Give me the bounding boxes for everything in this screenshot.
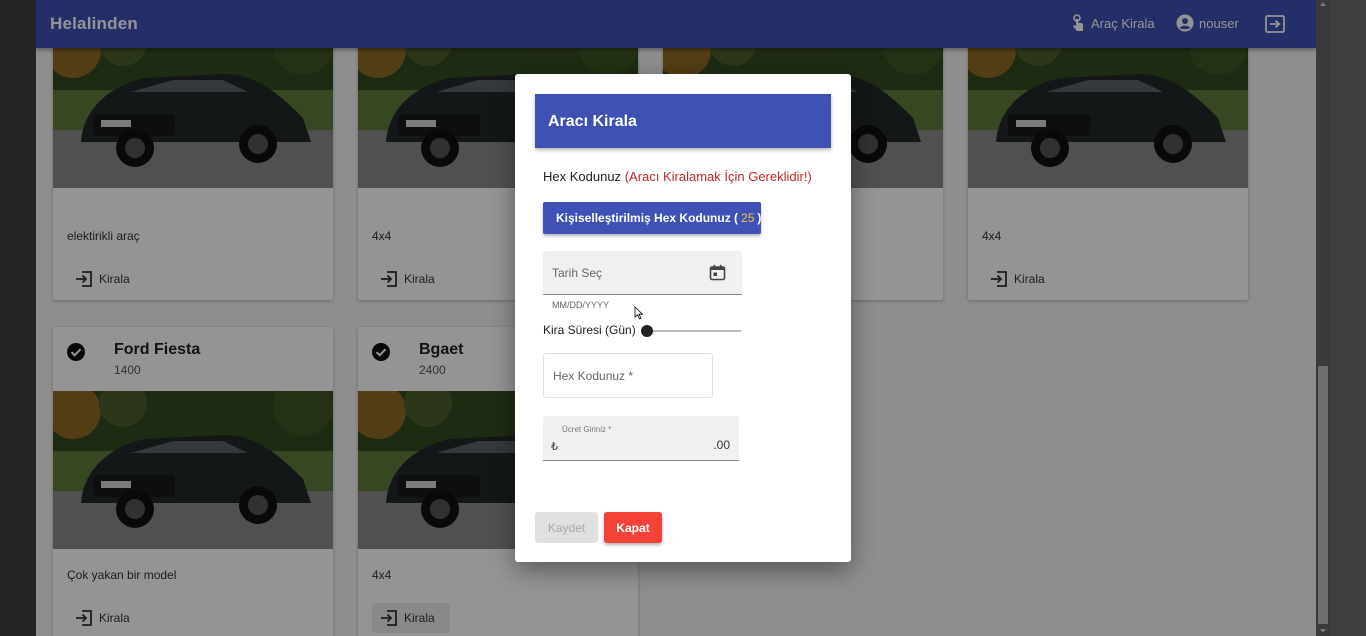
hex-code-input-placeholder: Hex Kodunuz * [553, 369, 634, 383]
rental-days-slider-thumb[interactable] [641, 325, 653, 337]
calendar-icon[interactable] [709, 264, 726, 281]
hex-code-required-text: (Aracı Kiralamak İçin Gereklidir!) [624, 169, 812, 184]
fee-input-label: Ücret Giriniz * [562, 425, 612, 434]
date-format-hint: MM/DD/YYYY [552, 300, 610, 310]
date-picker-placeholder: Tarih Seç [552, 266, 603, 280]
rental-days-label: Kira Süresi (Gün) [543, 323, 636, 337]
currency-symbol: ₺ [551, 441, 558, 453]
scrollbar-thumb[interactable] [1318, 366, 1328, 624]
save-button[interactable]: Kaydet [535, 512, 598, 543]
scroll-up-arrow-icon[interactable] [1320, 2, 1326, 6]
mouse-cursor-icon [634, 306, 644, 320]
date-picker-field[interactable]: Tarih Seç [543, 251, 742, 295]
page-scrollbar[interactable] [1316, 0, 1330, 636]
scroll-down-arrow-icon[interactable] [1320, 629, 1326, 633]
hex-code-label: Hex Kodunuz [543, 169, 622, 184]
close-button[interactable]: Kapat [604, 512, 662, 543]
hex-code-notice: Hex Kodunuz (Aracı Kiralamak İçin Gerekl… [543, 169, 812, 184]
fee-input-value: .00 [713, 438, 730, 452]
personal-hex-code-button[interactable]: Kişiselleştirilmiş Hex Kodunuz ( 25 ) [543, 202, 761, 234]
dialog-title: Aracı Kirala [535, 94, 831, 148]
hex-button-close: ) [757, 211, 762, 225]
rental-days-slider[interactable] [647, 330, 741, 332]
hex-code-input[interactable]: Hex Kodunuz * [543, 353, 713, 398]
hex-button-label: Kişiselleştirilmiş Hex Kodunuz ( [556, 211, 739, 225]
hex-code-number: 25 [741, 211, 755, 225]
fee-input[interactable]: Ücret Giriniz * ₺ .00 [543, 416, 739, 461]
rent-car-dialog: Aracı Kirala Hex Kodunuz (Aracı Kiralama… [515, 74, 851, 562]
